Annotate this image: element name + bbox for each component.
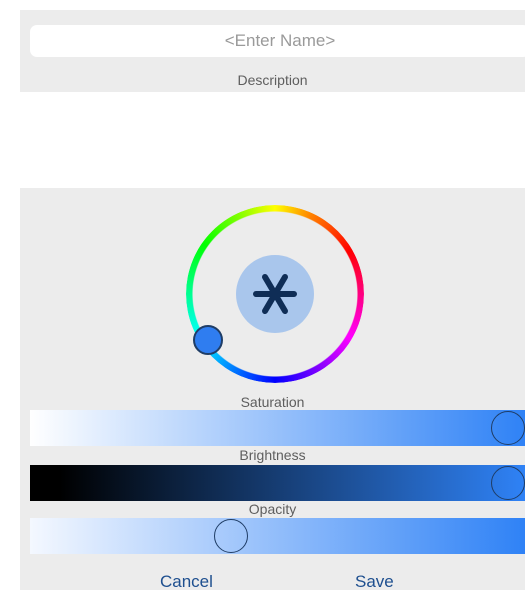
name-input[interactable]	[30, 25, 525, 57]
description-input[interactable]	[20, 92, 525, 188]
color-wheel[interactable]	[186, 205, 364, 383]
cancel-button[interactable]: Cancel	[160, 572, 213, 592]
saturation-slider[interactable]	[30, 410, 525, 446]
brightness-slider[interactable]	[30, 465, 525, 501]
save-button[interactable]: Save	[355, 572, 394, 592]
saturation-slider-thumb[interactable]	[491, 411, 525, 445]
description-label: Description	[237, 72, 308, 88]
brightness-slider-thumb[interactable]	[491, 466, 525, 500]
saturation-label: Saturation	[240, 394, 305, 410]
opacity-slider-thumb[interactable]	[214, 519, 249, 553]
opacity-slider[interactable]	[30, 518, 525, 554]
hue-knob[interactable]	[193, 325, 223, 355]
opacity-label: Opacity	[248, 501, 297, 517]
asterisk-icon	[253, 274, 297, 314]
color-preview-swatch	[236, 255, 314, 333]
color-editor-panel: Description Saturation Brightness Opacit…	[20, 10, 525, 592]
brightness-label: Brightness	[239, 447, 306, 463]
